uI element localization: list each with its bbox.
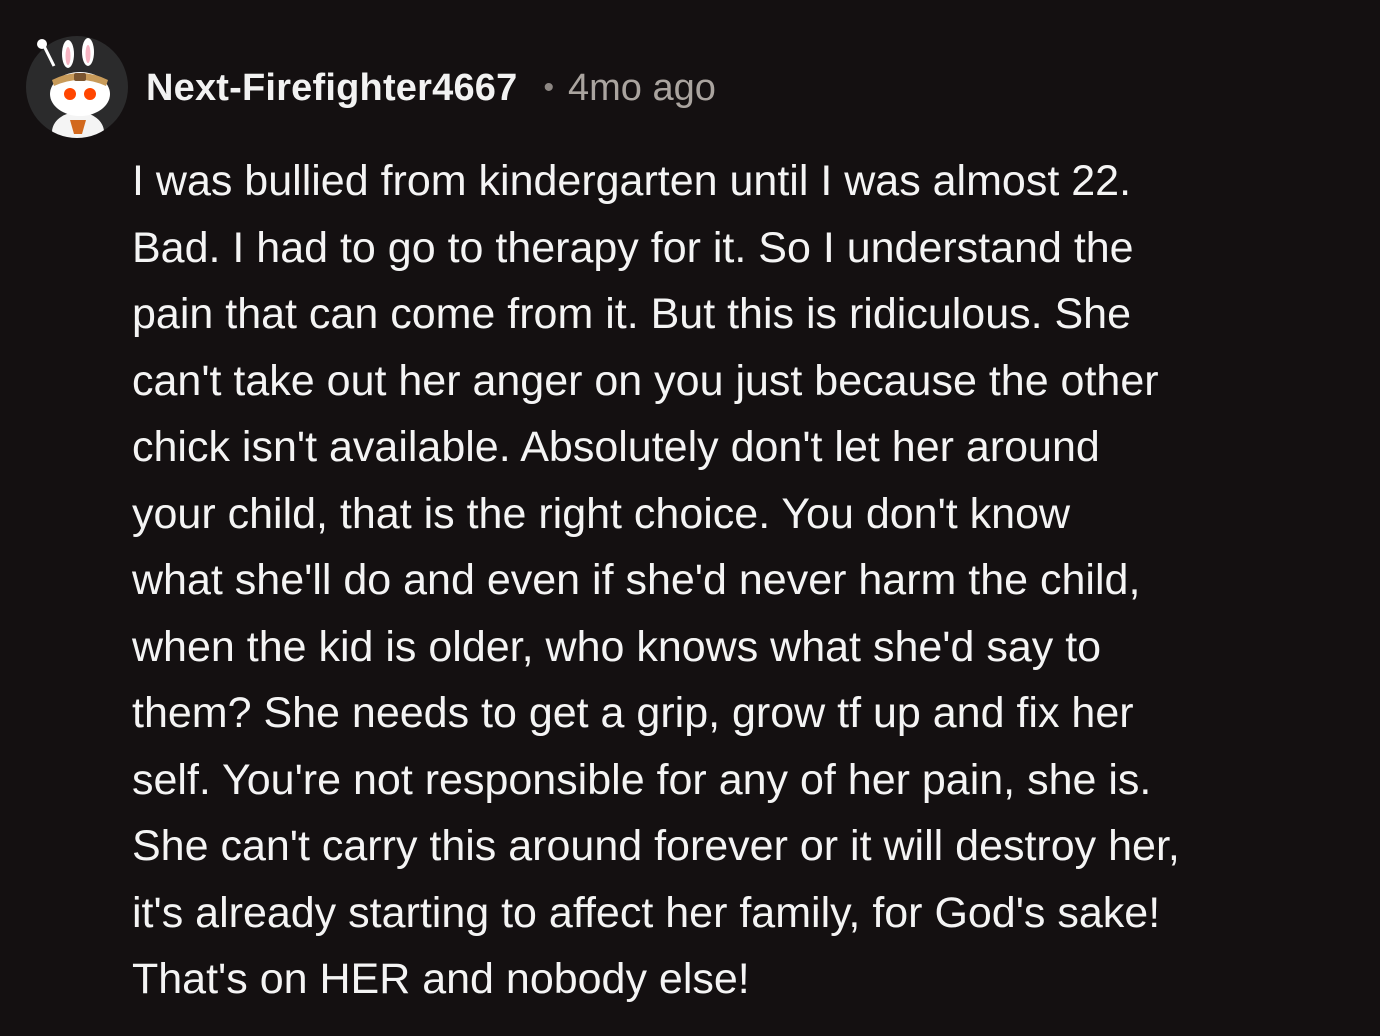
comment-body-line: pain that can come from it. But this is … bbox=[132, 290, 1132, 338]
comment-body-line: She can't carry this around forever or i… bbox=[132, 822, 1180, 870]
comment-body-line: it's already starting to affect her fami… bbox=[132, 888, 1161, 937]
snoo-bunny-avatar-icon bbox=[26, 36, 128, 138]
comment-body-line: can't take out her anger on you just bec… bbox=[132, 356, 1159, 405]
comment-body-line: your child, that is the right choice. Yo… bbox=[132, 489, 1071, 538]
comment-body: I was bullied from kindergarten until I … bbox=[132, 148, 1352, 1013]
comment-body-line: when the kid is older, who knows what sh… bbox=[132, 622, 1102, 671]
comment-body-line: them? She needs to get a grip, grow tf u… bbox=[132, 689, 1134, 737]
comment-body-line: chick isn't available. Absolutely don't … bbox=[132, 423, 1100, 471]
meta-separator: • bbox=[543, 71, 554, 104]
comment-body-line: Bad. I had to go to therapy for it. So I… bbox=[132, 223, 1134, 272]
username-link[interactable]: Next-Firefighter4667 bbox=[146, 67, 517, 110]
user-avatar[interactable] bbox=[26, 36, 128, 138]
comment-body-line: I was bullied from kindergarten until I … bbox=[132, 157, 1132, 205]
comment-header: Next-Firefighter4667 • 4mo ago bbox=[146, 62, 716, 114]
comment-body-line: That's on HER and nobody else! bbox=[132, 955, 750, 1003]
comment-timestamp[interactable]: 4mo ago bbox=[568, 67, 716, 110]
comment-body-line: what she'll do and even if she'd never h… bbox=[132, 556, 1141, 604]
comment: Next-Firefighter4667 • 4mo ago I was bul… bbox=[0, 0, 1380, 1036]
comment-body-line: self. You're not responsible for any of … bbox=[132, 755, 1152, 804]
